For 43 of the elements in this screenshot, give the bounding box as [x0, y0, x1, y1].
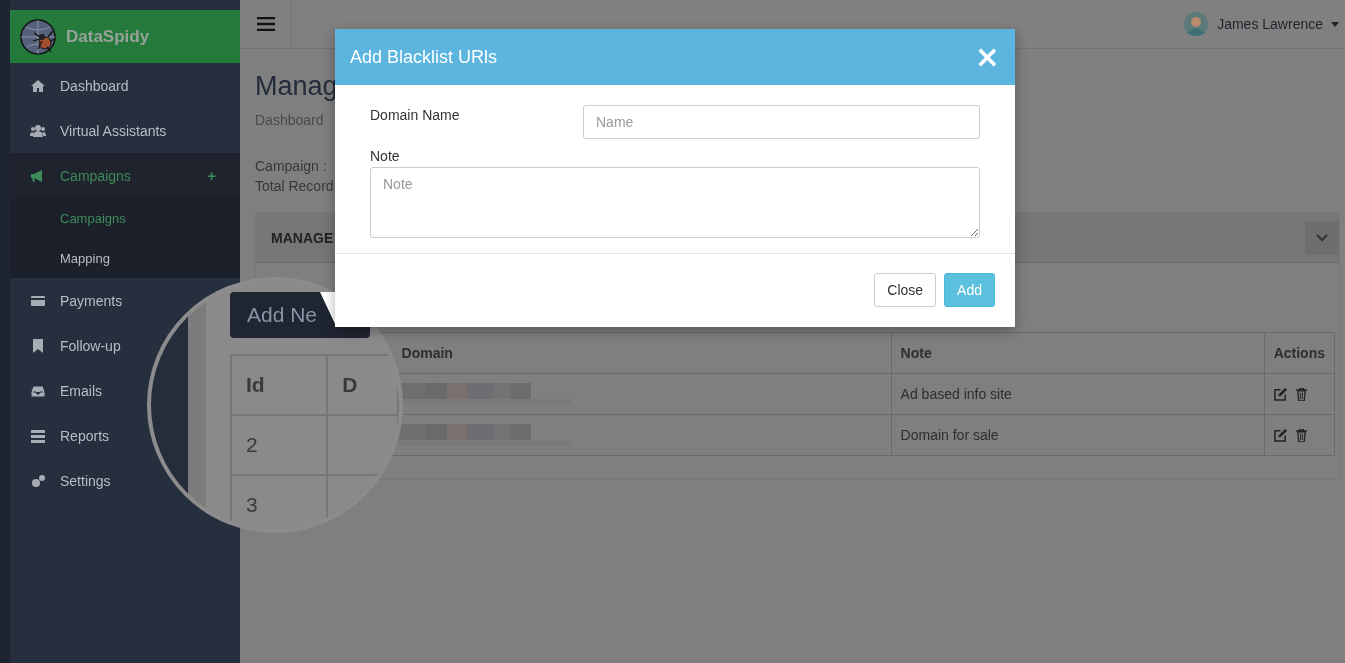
list-icon — [30, 427, 46, 444]
info-text: Total Record — [255, 177, 334, 196]
sidebar-item[interactable]: Dashboard — [10, 63, 137, 108]
field-label: Note — [370, 148, 401, 164]
users-icon — [30, 122, 46, 139]
trash-icon[interactable] — [1295, 428, 1307, 442]
textarea-field[interactable]: Note — [370, 167, 980, 238]
sidebar-item[interactable]: Emails — [10, 368, 110, 413]
table-cell: Domain for sale — [891, 414, 1265, 456]
edit-icon[interactable] — [1273, 428, 1287, 442]
menu-icon[interactable] — [256, 17, 275, 31]
table-cell: 2 — [231, 415, 328, 475]
page-title: Manag — [255, 71, 339, 102]
column-header: Id — [231, 355, 328, 415]
column-header: D — [327, 355, 398, 415]
collapse-button[interactable] — [1305, 220, 1339, 255]
column-header: Note — [891, 332, 1265, 374]
user-name[interactable]: James Lawrence — [1217, 16, 1323, 32]
home-icon — [30, 77, 46, 94]
edit-icon[interactable] — [1273, 387, 1287, 401]
modal-title: Add Blacklist URls — [350, 46, 498, 68]
chevron-icon — [1316, 233, 1328, 242]
sidebar-item[interactable]: Payments — [10, 278, 131, 323]
sidebar-item[interactable]: Follow-up — [10, 323, 129, 368]
submenu-item[interactable]: Campaigns — [10, 198, 240, 238]
field-label: Domain Name — [370, 106, 461, 123]
submenu-item[interactable]: Mapping — [10, 238, 240, 278]
brand-name: DataSpidy — [66, 26, 150, 47]
input-field[interactable]: Name — [583, 105, 980, 139]
panel-title: MANAGE — [271, 229, 334, 246]
column-header: Actions — [1264, 332, 1335, 374]
sidebar-item[interactable]: Reports — [10, 413, 118, 458]
caret-icon[interactable] — [1331, 21, 1339, 27]
close-button[interactable]: Close — [874, 273, 937, 307]
globe-spider-logo — [20, 18, 56, 55]
info-text: Campaign : — [255, 157, 327, 176]
trash-icon[interactable] — [1295, 387, 1307, 401]
bookmark-icon — [30, 337, 46, 354]
table-cell: Ad based info site — [891, 373, 1265, 415]
sidebar-item[interactable]: Settings — [10, 458, 119, 503]
expand-toggle[interactable]: + — [207, 167, 216, 184]
sidebar-item[interactable]: Virtual Assistants — [10, 108, 175, 153]
sidebar-item[interactable]: Campaigns + — [10, 153, 240, 198]
